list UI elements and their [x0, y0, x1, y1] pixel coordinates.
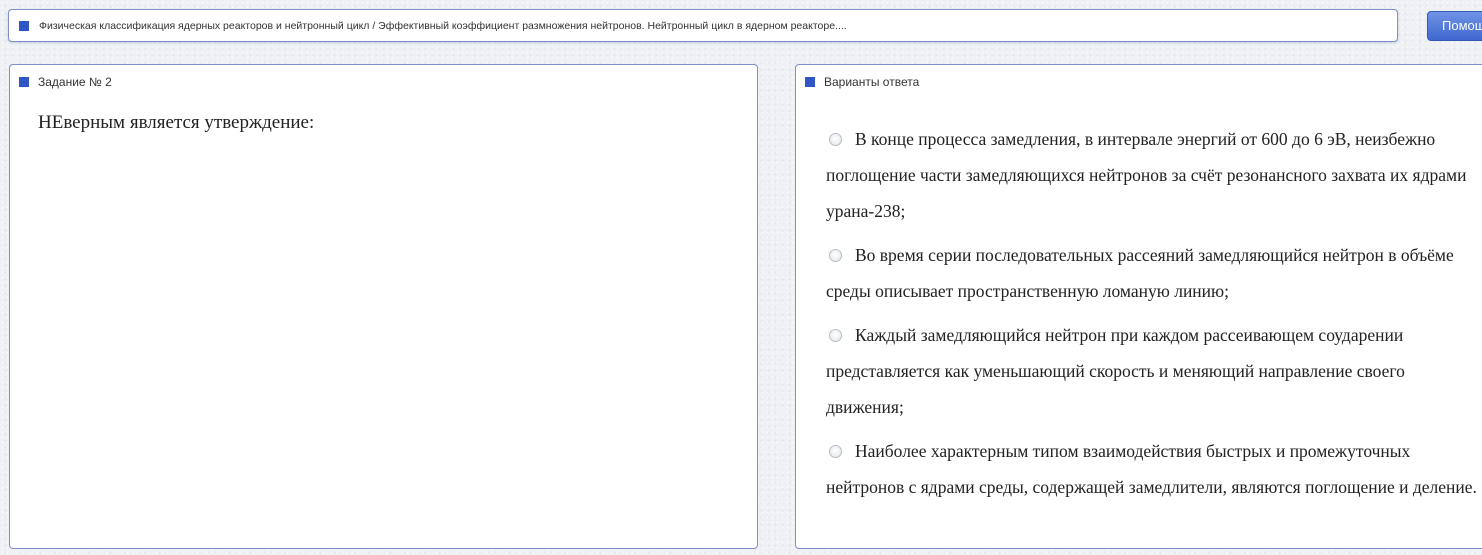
answers-panel-header: Варианты ответа: [805, 75, 919, 89]
square-bullet-icon: [19, 77, 29, 87]
answer-option-label: Во время серии последовательных рассеяни…: [826, 245, 1454, 301]
answers-title: Варианты ответа: [824, 75, 920, 89]
answer-options-list: В конце процесса замедления, в интервале…: [826, 121, 1482, 513]
topic-text: Физическая классификация ядерных реактор…: [39, 19, 847, 32]
task-title: Задание № 2: [38, 75, 112, 89]
help-button[interactable]: Помощь: [1427, 11, 1482, 41]
radio-button[interactable]: [829, 329, 842, 342]
square-bullet-icon: [805, 77, 815, 87]
answer-option-1[interactable]: В конце процесса замедления, в интервале…: [826, 121, 1482, 229]
task-panel: Задание № 2 НЕверным является утверждени…: [9, 64, 758, 549]
question-text: НЕверным является утверждение:: [38, 112, 315, 133]
radio-button[interactable]: [829, 445, 842, 458]
square-bullet-icon: [19, 20, 29, 31]
answer-option-label: В конце процесса замедления, в интервале…: [826, 129, 1467, 221]
answer-option-label: Каждый замедляющийся нейтрон при каждом …: [826, 325, 1405, 417]
answer-option-2[interactable]: Во время серии последовательных рассеяни…: [826, 237, 1482, 309]
answer-option-label: Наиболее характерным типом взаимодействи…: [826, 441, 1477, 497]
answer-option-3[interactable]: Каждый замедляющийся нейтрон при каждом …: [826, 317, 1482, 425]
task-panel-header: Задание № 2: [19, 75, 112, 89]
answer-option-4[interactable]: Наиболее характерным типом взаимодействи…: [826, 433, 1482, 505]
radio-button[interactable]: [829, 249, 842, 262]
answers-panel: Варианты ответа В конце процесса замедле…: [795, 64, 1482, 549]
topic-breadcrumb: Физическая классификация ядерных реактор…: [8, 9, 1398, 42]
radio-button[interactable]: [829, 133, 842, 146]
